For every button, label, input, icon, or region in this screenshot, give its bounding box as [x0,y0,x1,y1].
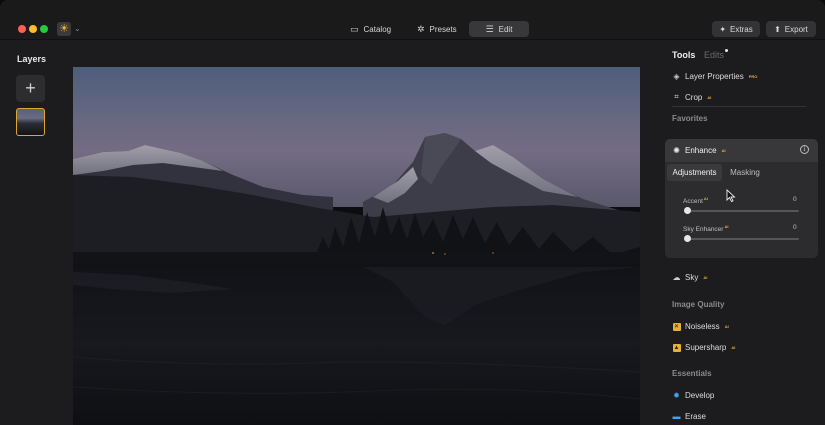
erase-label: Erase [685,411,706,421]
sky-enhancer-value: 0 [793,224,797,231]
app-sun-icon[interactable]: ☀ [57,22,71,36]
supersharp-label: Supersharp [685,342,727,352]
develop-sun-icon: ✹ [673,390,680,400]
mouse-cursor-icon [726,189,736,203]
export-button[interactable]: ⬆ Export [766,21,816,37]
tab-tools[interactable]: Tools [672,50,695,60]
supersharp-item[interactable]: ▲ Supersharp AI [672,341,735,353]
enhance-label: Enhance [685,145,717,155]
noiseless-label: Noiseless [685,321,720,331]
zoom-window-button[interactable] [40,25,48,33]
layers-title: Layers [17,54,47,64]
ai-badge: AI [724,224,729,229]
tab-catalog[interactable]: ▭ Catalog [341,21,399,37]
export-label: Export [784,24,808,34]
favorites-heading: Favorites [672,114,708,123]
layers-stack-icon: ◈ [673,71,680,81]
sky-label: Sky [685,272,699,282]
supersharp-icon: ▲ [672,344,681,352]
crop-item[interactable]: ⌗ Crop AI [672,91,711,103]
noiseless-icon: ✕ [672,323,681,331]
tab-edits[interactable]: Edits [704,50,724,60]
develop-item[interactable]: ✹ Develop [672,389,714,401]
ai-badge: AI [703,274,708,280]
image-quality-heading: Image Quality [672,300,725,309]
sky-enhancer-slider-label: Sky EnhancerAI [683,224,728,233]
essentials-heading: Essentials [672,369,712,378]
ai-badge: AI [703,196,708,201]
pro-badge: PRO [748,73,758,79]
tab-presets[interactable]: ✲ Presets [408,21,462,37]
noiseless-item[interactable]: ✕ Noiseless AI [672,320,729,332]
accent-slider-label: AccentAI [683,196,708,205]
develop-label: Develop [685,390,715,400]
info-icon[interactable]: i [800,145,809,154]
app-window: ☀ ⌄ ▭ Catalog ✲ Presets ☰ Edit ✦ Extras … [0,0,825,425]
edits-indicator-dot [725,49,728,52]
extras-button[interactable]: ✦ Extras [712,21,760,37]
close-window-button[interactable] [18,25,26,33]
tab-edit[interactable]: ☰ Edit [469,21,529,37]
layer-properties-item[interactable]: ◈ Layer Properties PRO [672,70,757,82]
mountain-lake-photo [73,67,640,425]
crop-icon: ⌗ [674,92,679,101]
layer-properties-label: Layer Properties [685,71,744,81]
accent-slider-track[interactable] [687,210,799,212]
sliders-icon: ☰ [485,23,494,34]
cloud-icon: ☁ [672,272,681,282]
enhance-title[interactable]: ✺ Enhance AI [672,144,726,156]
ai-badge: AI [724,323,729,329]
sparkle-icon: ✦ [719,24,727,34]
export-icon: ⬆ [774,24,781,34]
minimize-window-button[interactable] [29,25,37,33]
eraser-icon: ▬ [672,411,681,421]
ai-badge: AI [707,94,712,100]
layer-thumbnail[interactable] [16,108,45,136]
add-layer-button[interactable]: + [16,75,45,102]
chevron-down-icon[interactable]: ⌄ [74,22,81,36]
sky-enhancer-label: Sky Enhancer [683,226,724,234]
sky-enhancer-slider-thumb[interactable] [684,235,691,242]
tab-catalog-label: Catalog [363,24,392,34]
tab-adjustments[interactable]: Adjustments [667,164,722,181]
accent-value: 0 [793,196,797,203]
ai-badge: AI [731,344,736,350]
ai-badge: AI [721,147,726,153]
tab-edit-label: Edit [498,24,513,34]
accent-slider-thumb[interactable] [684,207,691,214]
erase-item[interactable]: ▬ Erase [672,410,706,422]
tab-masking[interactable]: Masking [724,164,766,181]
catalog-icon: ▭ [350,23,359,34]
sky-enhancer-slider-track[interactable] [687,238,799,240]
photo-canvas[interactable] [73,67,640,425]
presets-icon: ✲ [417,23,425,34]
tab-presets-label: Presets [429,24,457,34]
accent-label: Accent [683,198,703,206]
sky-item[interactable]: ☁ Sky AI [672,271,708,283]
enhance-sparkle-icon: ✺ [673,145,680,155]
panel-divider [672,106,806,107]
crop-label: Crop [685,92,703,102]
extras-label: Extras [730,24,753,34]
